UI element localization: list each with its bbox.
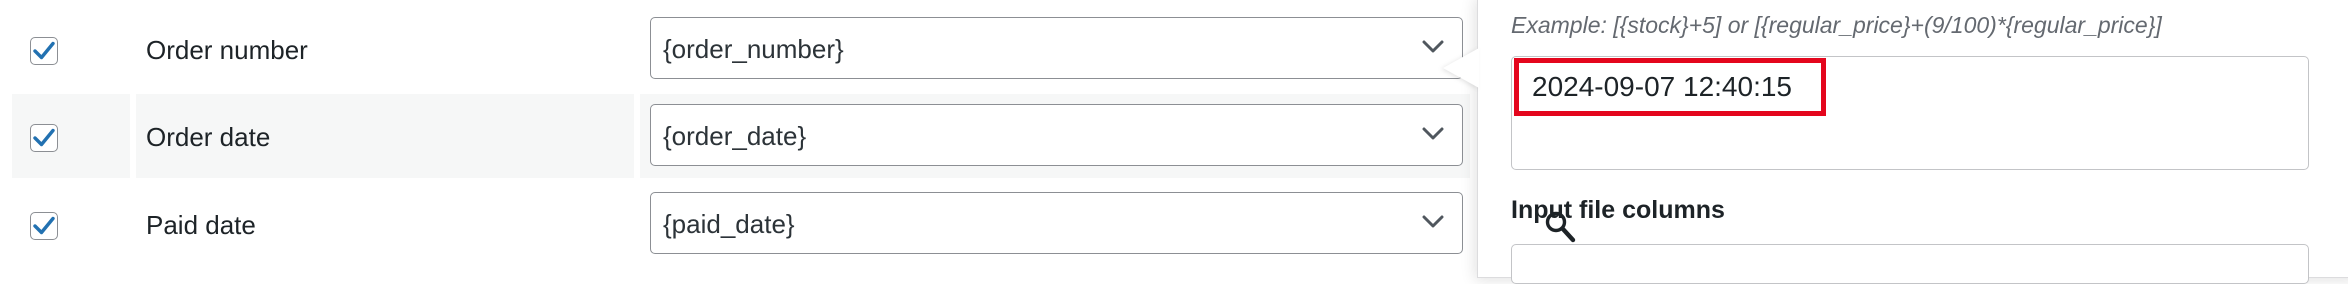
field-label: Paid date xyxy=(146,210,256,240)
chevron-down-icon xyxy=(1422,40,1444,53)
custom-value-textarea[interactable]: 2024-09-07 12:40:15 xyxy=(1511,56,2309,170)
custom-value-text: 2024-09-07 12:40:15 xyxy=(1532,71,1792,102)
checkbox-order-number[interactable] xyxy=(30,37,58,65)
formula-example-hint: Example: [{stock}+5] or [{regular_price}… xyxy=(1511,12,2162,38)
column-select-paid-date[interactable]: {paid_date} xyxy=(650,192,1463,254)
check-icon xyxy=(33,128,55,147)
mapping-row-order-number: Order number {order_number} xyxy=(0,7,1470,91)
field-label: Order number xyxy=(146,35,308,65)
chevron-down-icon xyxy=(1422,215,1444,228)
column-select-order-date[interactable]: {order_date} xyxy=(650,104,1463,166)
mapping-row-paid-date: Paid date {paid_date} xyxy=(0,182,1470,266)
check-icon xyxy=(33,216,55,235)
chevron-down-icon xyxy=(1422,127,1444,140)
select-value: {order_date} xyxy=(663,121,807,151)
check-icon xyxy=(33,41,55,60)
mapping-row-order-date: Order date {order_date} xyxy=(0,94,1470,178)
column-select-order-number[interactable]: {order_number} xyxy=(650,17,1463,79)
checkbox-paid-date[interactable] xyxy=(30,212,58,240)
select-value: {order_number} xyxy=(663,34,844,64)
magnifier-cursor-icon xyxy=(1545,211,1576,243)
field-label: Order date xyxy=(146,122,271,152)
checkbox-order-date[interactable] xyxy=(30,124,58,152)
select-value: {paid_date} xyxy=(663,209,795,239)
popover-pointer xyxy=(1443,48,1479,88)
column-search-input[interactable] xyxy=(1511,244,2309,284)
